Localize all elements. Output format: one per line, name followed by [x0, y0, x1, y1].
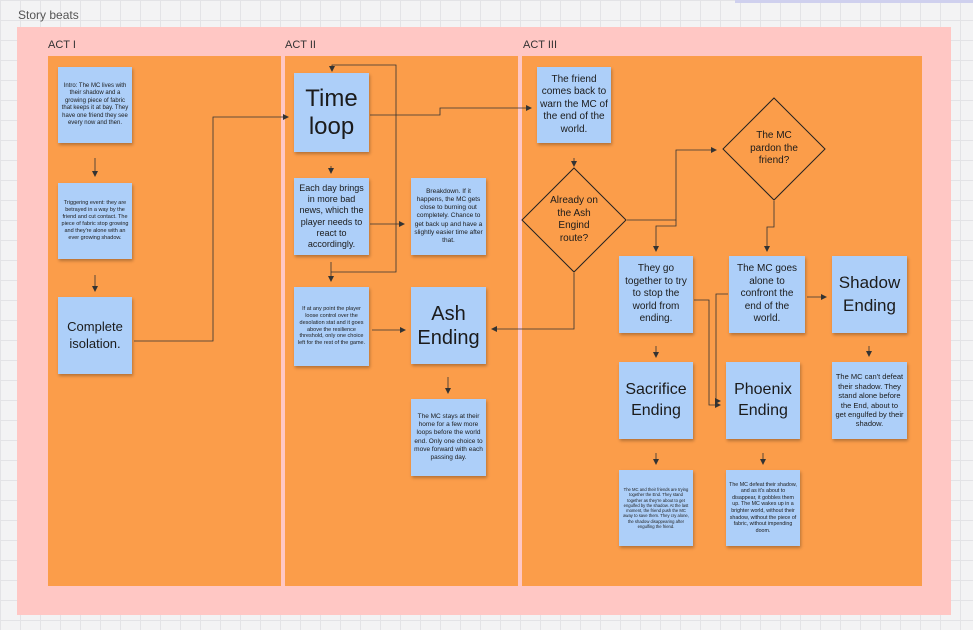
connector-timeloop-to-friend — [370, 105, 532, 116]
connector-lines — [92, 64, 872, 465]
connector-loop-return — [329, 64, 397, 273]
connector-pardon-no-to-alone — [764, 201, 775, 252]
connector-decision-yes-to-ash — [491, 273, 575, 332]
connector-alone-to-phoenix — [715, 293, 728, 404]
connector-decision-no-to-pardon — [627, 147, 717, 221]
connector-pardon-yes-to-together — [653, 220, 677, 252]
connector-isolation-to-timeloop — [134, 114, 289, 342]
